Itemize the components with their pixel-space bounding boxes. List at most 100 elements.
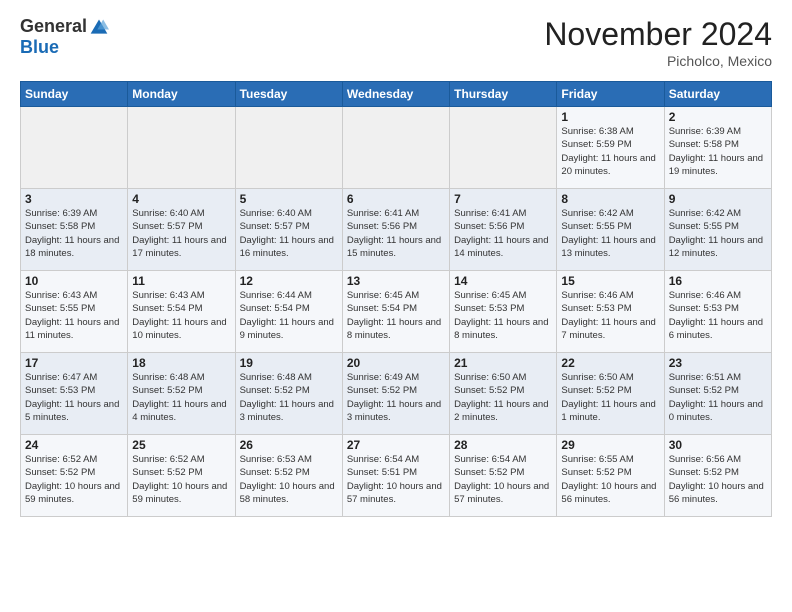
weekday-header-sunday: Sunday <box>21 82 128 107</box>
day-info: Sunrise: 6:48 AM Sunset: 5:52 PM Dayligh… <box>240 371 338 424</box>
day-number: 22 <box>561 356 659 370</box>
day-number: 11 <box>132 274 230 288</box>
header: General Blue November 2024 Picholco, Mex… <box>20 16 772 69</box>
day-cell: 25Sunrise: 6:52 AM Sunset: 5:52 PM Dayli… <box>128 435 235 517</box>
logo-general-text: General <box>20 16 87 37</box>
day-info: Sunrise: 6:55 AM Sunset: 5:52 PM Dayligh… <box>561 453 659 506</box>
day-number: 23 <box>669 356 767 370</box>
day-number: 24 <box>25 438 123 452</box>
logo-icon <box>89 17 109 37</box>
day-number: 1 <box>561 110 659 124</box>
weekday-header-saturday: Saturday <box>664 82 771 107</box>
day-cell: 2Sunrise: 6:39 AM Sunset: 5:58 PM Daylig… <box>664 107 771 189</box>
day-cell: 24Sunrise: 6:52 AM Sunset: 5:52 PM Dayli… <box>21 435 128 517</box>
day-number: 7 <box>454 192 552 206</box>
weekday-header-monday: Monday <box>128 82 235 107</box>
day-number: 12 <box>240 274 338 288</box>
day-number: 6 <box>347 192 445 206</box>
day-cell: 3Sunrise: 6:39 AM Sunset: 5:58 PM Daylig… <box>21 189 128 271</box>
week-row-5: 24Sunrise: 6:52 AM Sunset: 5:52 PM Dayli… <box>21 435 772 517</box>
weekday-header-friday: Friday <box>557 82 664 107</box>
day-cell: 10Sunrise: 6:43 AM Sunset: 5:55 PM Dayli… <box>21 271 128 353</box>
day-cell: 22Sunrise: 6:50 AM Sunset: 5:52 PM Dayli… <box>557 353 664 435</box>
day-cell: 4Sunrise: 6:40 AM Sunset: 5:57 PM Daylig… <box>128 189 235 271</box>
day-info: Sunrise: 6:54 AM Sunset: 5:52 PM Dayligh… <box>454 453 552 506</box>
day-cell: 16Sunrise: 6:46 AM Sunset: 5:53 PM Dayli… <box>664 271 771 353</box>
day-info: Sunrise: 6:39 AM Sunset: 5:58 PM Dayligh… <box>669 125 767 178</box>
day-cell: 14Sunrise: 6:45 AM Sunset: 5:53 PM Dayli… <box>450 271 557 353</box>
day-cell: 9Sunrise: 6:42 AM Sunset: 5:55 PM Daylig… <box>664 189 771 271</box>
day-info: Sunrise: 6:41 AM Sunset: 5:56 PM Dayligh… <box>454 207 552 260</box>
day-info: Sunrise: 6:42 AM Sunset: 5:55 PM Dayligh… <box>669 207 767 260</box>
day-cell: 7Sunrise: 6:41 AM Sunset: 5:56 PM Daylig… <box>450 189 557 271</box>
day-info: Sunrise: 6:54 AM Sunset: 5:51 PM Dayligh… <box>347 453 445 506</box>
day-info: Sunrise: 6:41 AM Sunset: 5:56 PM Dayligh… <box>347 207 445 260</box>
day-info: Sunrise: 6:45 AM Sunset: 5:53 PM Dayligh… <box>454 289 552 342</box>
day-number: 2 <box>669 110 767 124</box>
calendar-table: SundayMondayTuesdayWednesdayThursdayFrid… <box>20 81 772 517</box>
day-number: 21 <box>454 356 552 370</box>
location: Picholco, Mexico <box>544 53 772 69</box>
weekday-header-row: SundayMondayTuesdayWednesdayThursdayFrid… <box>21 82 772 107</box>
day-number: 3 <box>25 192 123 206</box>
page: General Blue November 2024 Picholco, Mex… <box>0 0 792 527</box>
week-row-2: 3Sunrise: 6:39 AM Sunset: 5:58 PM Daylig… <box>21 189 772 271</box>
day-cell: 28Sunrise: 6:54 AM Sunset: 5:52 PM Dayli… <box>450 435 557 517</box>
day-cell: 21Sunrise: 6:50 AM Sunset: 5:52 PM Dayli… <box>450 353 557 435</box>
day-number: 28 <box>454 438 552 452</box>
day-cell <box>21 107 128 189</box>
day-cell <box>450 107 557 189</box>
day-cell: 29Sunrise: 6:55 AM Sunset: 5:52 PM Dayli… <box>557 435 664 517</box>
weekday-header-tuesday: Tuesday <box>235 82 342 107</box>
day-cell: 20Sunrise: 6:49 AM Sunset: 5:52 PM Dayli… <box>342 353 449 435</box>
day-info: Sunrise: 6:38 AM Sunset: 5:59 PM Dayligh… <box>561 125 659 178</box>
logo-blue-text: Blue <box>20 37 59 58</box>
day-number: 18 <box>132 356 230 370</box>
day-cell: 11Sunrise: 6:43 AM Sunset: 5:54 PM Dayli… <box>128 271 235 353</box>
day-number: 25 <box>132 438 230 452</box>
day-info: Sunrise: 6:40 AM Sunset: 5:57 PM Dayligh… <box>132 207 230 260</box>
day-cell: 30Sunrise: 6:56 AM Sunset: 5:52 PM Dayli… <box>664 435 771 517</box>
day-number: 8 <box>561 192 659 206</box>
day-cell: 5Sunrise: 6:40 AM Sunset: 5:57 PM Daylig… <box>235 189 342 271</box>
day-cell: 1Sunrise: 6:38 AM Sunset: 5:59 PM Daylig… <box>557 107 664 189</box>
day-number: 17 <box>25 356 123 370</box>
week-row-3: 10Sunrise: 6:43 AM Sunset: 5:55 PM Dayli… <box>21 271 772 353</box>
day-number: 15 <box>561 274 659 288</box>
day-cell: 17Sunrise: 6:47 AM Sunset: 5:53 PM Dayli… <box>21 353 128 435</box>
day-info: Sunrise: 6:52 AM Sunset: 5:52 PM Dayligh… <box>25 453 123 506</box>
day-info: Sunrise: 6:39 AM Sunset: 5:58 PM Dayligh… <box>25 207 123 260</box>
logo: General Blue <box>20 16 109 58</box>
day-cell: 26Sunrise: 6:53 AM Sunset: 5:52 PM Dayli… <box>235 435 342 517</box>
week-row-4: 17Sunrise: 6:47 AM Sunset: 5:53 PM Dayli… <box>21 353 772 435</box>
day-cell: 18Sunrise: 6:48 AM Sunset: 5:52 PM Dayli… <box>128 353 235 435</box>
day-cell: 19Sunrise: 6:48 AM Sunset: 5:52 PM Dayli… <box>235 353 342 435</box>
day-number: 20 <box>347 356 445 370</box>
day-number: 5 <box>240 192 338 206</box>
day-cell: 27Sunrise: 6:54 AM Sunset: 5:51 PM Dayli… <box>342 435 449 517</box>
day-number: 30 <box>669 438 767 452</box>
day-info: Sunrise: 6:49 AM Sunset: 5:52 PM Dayligh… <box>347 371 445 424</box>
weekday-header-wednesday: Wednesday <box>342 82 449 107</box>
day-cell: 12Sunrise: 6:44 AM Sunset: 5:54 PM Dayli… <box>235 271 342 353</box>
day-info: Sunrise: 6:45 AM Sunset: 5:54 PM Dayligh… <box>347 289 445 342</box>
day-number: 13 <box>347 274 445 288</box>
day-number: 14 <box>454 274 552 288</box>
title-section: November 2024 Picholco, Mexico <box>544 16 772 69</box>
day-number: 26 <box>240 438 338 452</box>
day-number: 29 <box>561 438 659 452</box>
month-title: November 2024 <box>544 16 772 53</box>
day-info: Sunrise: 6:47 AM Sunset: 5:53 PM Dayligh… <box>25 371 123 424</box>
day-info: Sunrise: 6:42 AM Sunset: 5:55 PM Dayligh… <box>561 207 659 260</box>
day-cell <box>235 107 342 189</box>
weekday-header-thursday: Thursday <box>450 82 557 107</box>
day-cell <box>342 107 449 189</box>
day-number: 16 <box>669 274 767 288</box>
day-cell: 13Sunrise: 6:45 AM Sunset: 5:54 PM Dayli… <box>342 271 449 353</box>
day-number: 19 <box>240 356 338 370</box>
day-cell: 8Sunrise: 6:42 AM Sunset: 5:55 PM Daylig… <box>557 189 664 271</box>
day-info: Sunrise: 6:53 AM Sunset: 5:52 PM Dayligh… <box>240 453 338 506</box>
day-info: Sunrise: 6:43 AM Sunset: 5:54 PM Dayligh… <box>132 289 230 342</box>
day-info: Sunrise: 6:52 AM Sunset: 5:52 PM Dayligh… <box>132 453 230 506</box>
day-info: Sunrise: 6:43 AM Sunset: 5:55 PM Dayligh… <box>25 289 123 342</box>
